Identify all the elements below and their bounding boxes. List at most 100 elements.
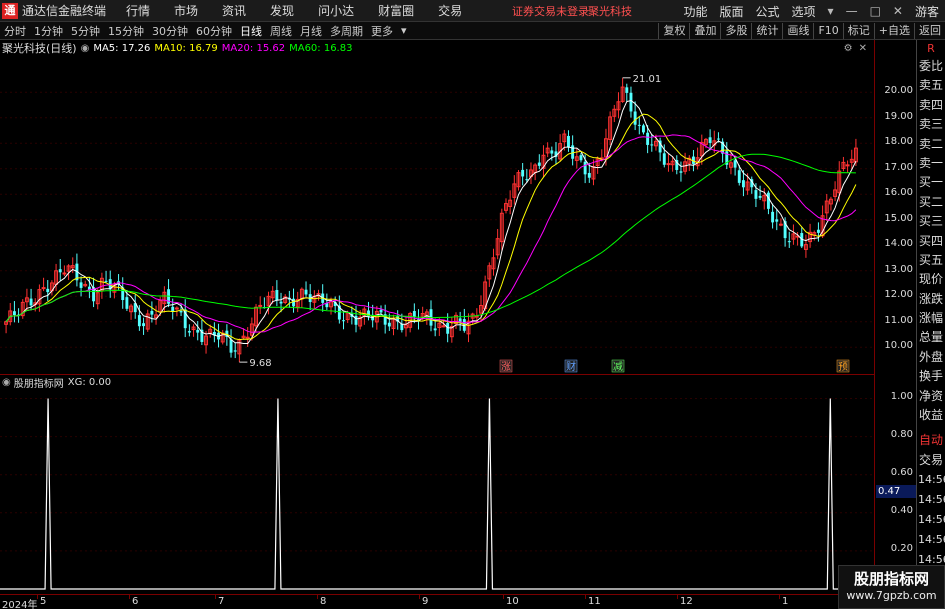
chart-settings-icon[interactable]: ⚙ [844, 43, 853, 54]
candle-body-up [258, 304, 263, 307]
menu-formula[interactable]: 公式 [756, 3, 780, 20]
date-tick [585, 595, 586, 599]
indicator-legend: ◉ 股朋指标网 XG: 0.00 [2, 375, 111, 390]
maximize-icon[interactable]: □ [870, 4, 881, 18]
menu-news[interactable]: 资讯 [222, 2, 246, 19]
candle-body-up [441, 325, 446, 328]
candle-body-down [625, 87, 629, 93]
quote-row-label: 现价 [919, 272, 944, 287]
period-monthly[interactable]: 月线 [300, 23, 322, 39]
more-arrow-icon[interactable]: ▾ [401, 24, 407, 37]
btn-f10[interactable]: F10 [813, 23, 842, 39]
event-marker: 财 [566, 360, 576, 373]
trade-label[interactable]: 交易 [917, 451, 945, 470]
watermark-title: 股朋指标网 [853, 570, 929, 588]
ma60-value: MA60: 16.83 [289, 42, 353, 54]
candle-body-down [279, 301, 283, 304]
menu-layout[interactable]: 版面 [720, 3, 744, 20]
candle-body-down [304, 289, 308, 295]
candle-body-down [379, 309, 383, 313]
period-time-share[interactable]: 分时 [4, 23, 26, 39]
period-60min[interactable]: 60分钟 [196, 23, 232, 39]
candle-body-down [137, 315, 141, 327]
ma20-value: MA20: 15.62 [221, 42, 286, 54]
menu-quotes[interactable]: 行情 [126, 2, 150, 19]
candlestick-chart[interactable]: 21.01 9.68 涨 财 减 预 [0, 40, 874, 374]
menu-trade[interactable]: 交易 [438, 2, 462, 19]
menu-discover[interactable]: 发现 [270, 2, 294, 19]
period-weekly[interactable]: 周线 [270, 23, 292, 39]
date-label: 9 [422, 596, 429, 607]
period-daily[interactable]: 日线 [240, 23, 262, 39]
event-marker: 涨 [501, 361, 511, 373]
date-label: 1 [782, 596, 789, 607]
login-status[interactable]: 证券交易未登录 [512, 3, 589, 19]
indicator-axis-label: 0.20 [890, 542, 913, 554]
candle-body-up [41, 287, 46, 290]
date-tick [215, 595, 216, 599]
date-label: 5 [40, 596, 47, 607]
chart-close-icon[interactable]: ✕ [859, 43, 867, 54]
btn-draw[interactable]: 画线 [782, 23, 813, 39]
btn-overlay[interactable]: 叠加 [689, 23, 720, 39]
auto-trade-label[interactable]: 自动 [917, 431, 945, 450]
candle-body-down [525, 179, 529, 181]
price-label: 19.00 [884, 110, 913, 122]
candle-body-down [587, 172, 591, 178]
quote-row-label: 卖一 [919, 155, 944, 170]
close-icon[interactable]: ✕ [893, 4, 903, 18]
indicator-settings-icon[interactable]: ◉ [2, 377, 11, 388]
date-tick [317, 595, 318, 599]
candle-body-down [708, 137, 712, 143]
candle-body-down [12, 311, 16, 316]
candle-body-down [387, 322, 391, 327]
period-15min[interactable]: 15分钟 [108, 23, 144, 39]
minimize-icon[interactable]: — [846, 4, 858, 18]
app-logo-icon: 通 [2, 2, 18, 19]
trade-time: 14:56 [918, 513, 945, 527]
btn-multi-stock[interactable]: 多股 [720, 23, 751, 39]
btn-back[interactable]: 返回 [914, 23, 945, 39]
menu-wealth[interactable]: 财富圈 [378, 2, 414, 19]
date-axis: 2024年5678910111212 [0, 594, 874, 609]
period-5min[interactable]: 5分钟 [71, 23, 100, 39]
btn-adjust[interactable]: 复权 [658, 23, 689, 39]
candle-body-down [758, 195, 762, 198]
quote-row-label: 买四 [919, 233, 944, 248]
stock-label: 聚光科技(日线) [2, 42, 77, 55]
period-30min[interactable]: 30分钟 [152, 23, 188, 39]
menu-options[interactable]: 选项 [792, 3, 816, 20]
guest-label[interactable]: 游客 [915, 3, 939, 20]
settings-circle-icon[interactable]: ◉ [81, 43, 90, 54]
quote-row-label: 卖五 [919, 78, 944, 93]
price-label: 16.00 [884, 187, 913, 199]
candle-body-down [633, 111, 637, 125]
indicator-chart[interactable] [0, 374, 874, 594]
menu-arrow-icon[interactable]: ▾ [828, 4, 834, 18]
price-label: 17.00 [884, 161, 913, 173]
menu-function[interactable]: 功能 [683, 3, 707, 20]
menu-market[interactable]: 市场 [174, 2, 198, 19]
quote-row-label: 外盘 [919, 349, 944, 364]
menu-ask[interactable]: 问小达 [318, 2, 354, 19]
btn-add-watchlist[interactable]: +自选 [873, 23, 914, 39]
candle-body-down [766, 192, 770, 209]
period-1min[interactable]: 1分钟 [34, 23, 63, 39]
candle-body-down [196, 329, 200, 333]
btn-stats[interactable]: 统计 [751, 23, 782, 39]
candle-body-down [400, 323, 404, 331]
indicator-current-value: 0.47 [876, 485, 916, 498]
candle-body-down [125, 297, 129, 309]
candle-body-down [446, 322, 450, 334]
side-tab[interactable]: R [917, 40, 945, 57]
watermark-url: www.7gpzb.com [846, 589, 937, 602]
period-multi[interactable]: 多周期 [330, 23, 363, 39]
date-label: 12 [680, 596, 693, 607]
event-marker: 预 [838, 361, 848, 373]
indicator-axis-label: 0.40 [890, 504, 913, 516]
indicator-axis-label: 0.80 [890, 428, 913, 440]
btn-mark[interactable]: 标记 [842, 23, 874, 39]
quote-row-label: 净资 [919, 388, 944, 403]
ma-legend: 聚光科技(日线) ◉ MA5: 17.26 MA10: 16.79 MA20: … [2, 41, 356, 55]
period-more[interactable]: 更多 [371, 23, 393, 39]
